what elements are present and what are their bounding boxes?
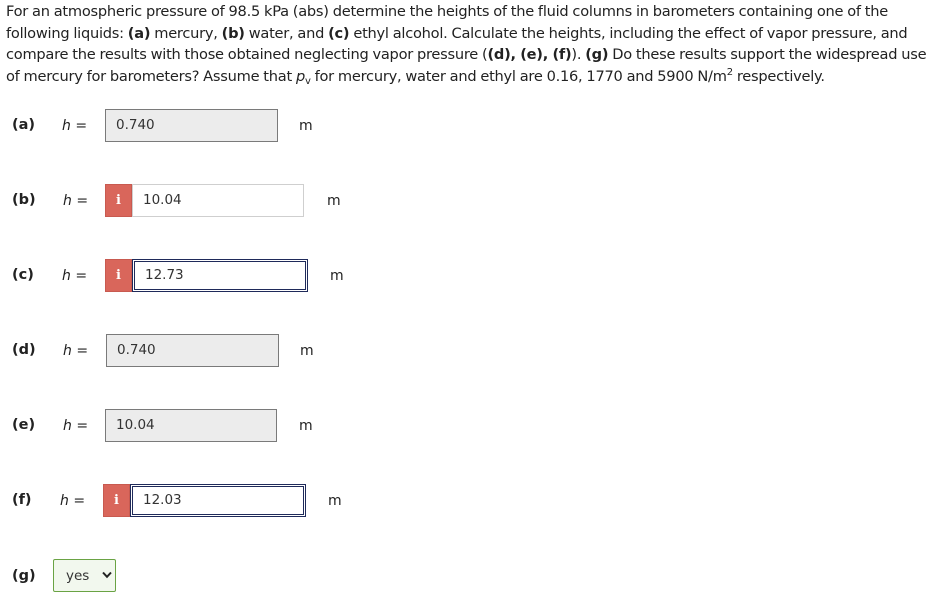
h-symbol: h [60,493,69,509]
part-d-h-label: h = [63,343,88,359]
part-d-unit: m [300,343,314,359]
question-segment: mercury, [150,24,222,42]
part-b-label: (b) [12,192,36,208]
part-c-label: (c) [12,267,34,283]
equals-sign: = [71,343,89,359]
part-b-h-label: h = [63,193,88,209]
question-segment: ). [571,46,586,64]
question-part-def-tag: (d), (e), (f) [487,46,572,64]
question-segment: respectively. [732,67,825,85]
part-a-answer-field[interactable]: 0.740 [105,109,278,142]
equals-sign: = [68,493,86,509]
part-g-label: (g) [12,568,36,584]
part-e-h-label: h = [63,418,88,434]
equals-sign: = [70,118,88,134]
part-f-answer-field[interactable]: 12.03 [130,484,306,517]
info-icon[interactable]: i [105,184,132,217]
part-e-unit: m [299,418,313,434]
h-symbol: h [63,418,72,434]
part-g-selected-value: yes [66,568,90,584]
info-icon[interactable]: i [105,259,132,292]
part-c-unit: m [330,268,344,284]
question-segment: water, and [244,24,329,42]
chevron-down-icon [102,571,112,579]
question-part-a-tag: (a) [127,24,151,42]
part-d-answer-field[interactable]: 0.740 [106,334,279,367]
part-e-label: (e) [12,417,36,433]
equals-sign: = [71,193,89,209]
question-part-b-tag: (b) [221,24,245,42]
part-f-label: (f) [12,492,32,508]
part-f-unit: m [328,493,342,509]
part-c-h-label: h = [62,268,87,284]
part-g-answer-select[interactable]: yes [53,559,116,592]
h-symbol: h [62,268,71,284]
part-c-answer-field[interactable]: 12.73 [132,259,308,292]
h-symbol: h [63,343,72,359]
part-e-answer-field[interactable]: 10.04 [105,409,277,442]
question-part-c-tag: (c) [328,24,350,42]
part-d-label: (d) [12,342,36,358]
part-a-unit: m [299,118,313,134]
part-f-h-label: h = [60,493,85,509]
equals-sign: = [71,418,89,434]
part-a-label: (a) [12,117,36,133]
equals-sign: = [70,268,88,284]
vapor-pressure-symbol: p [295,67,305,85]
info-icon[interactable]: i [103,484,130,517]
part-a-h-label: h = [62,118,87,134]
part-b-unit: m [327,193,341,209]
h-symbol: h [62,118,71,134]
question-text: For an atmospheric pressure of 98.5 kPa … [6,1,932,87]
h-symbol: h [63,193,72,209]
question-segment: for mercury, water and ethyl are 0.16, 1… [310,67,727,85]
part-b-answer-field[interactable]: 10.04 [132,184,304,217]
question-part-g-tag: (g) [585,46,609,64]
